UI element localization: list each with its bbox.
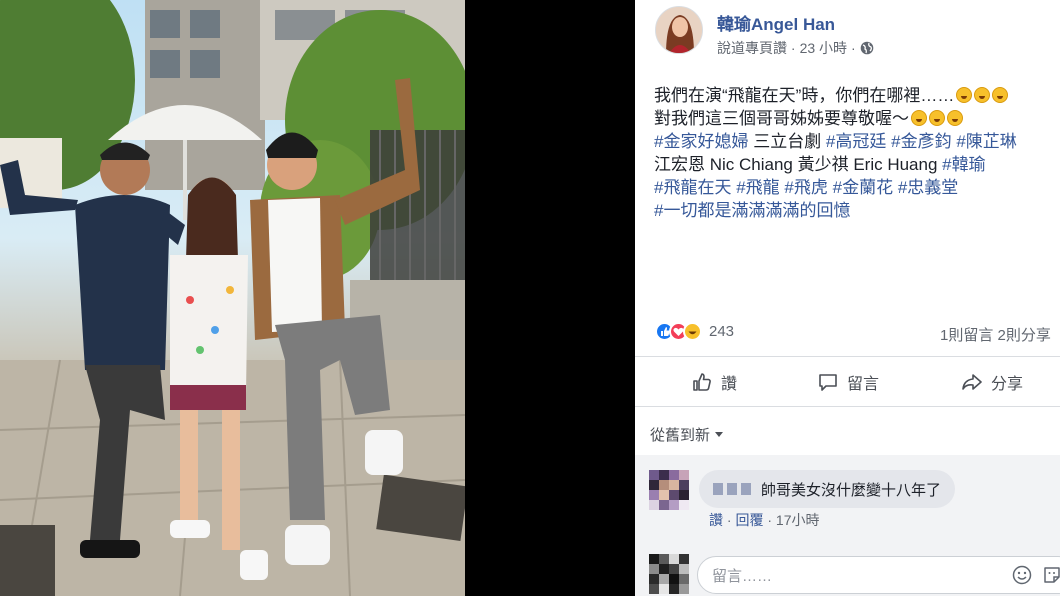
comment-sort-dropdown[interactable]: 從舊到新 xyxy=(650,424,724,445)
separator-dot: · xyxy=(767,512,776,528)
hashtag-link[interactable]: #韓瑜 xyxy=(942,155,985,174)
sort-label: 從舊到新 xyxy=(650,427,711,444)
comment-bubble: 帥哥美女沒什麼變十八年了 xyxy=(699,470,956,508)
image-letterbox xyxy=(465,0,635,596)
facebook-post-panel: 韓瑜Angel Han 說道專頁讚 · 23 小時 · 我們在演“飛龍在天”時，… xyxy=(635,0,1060,596)
comment-text: 帥哥美女沒什麼變十八年了 xyxy=(761,481,942,499)
share-arrow-icon xyxy=(962,374,982,390)
post-text-line: 對我們這三個哥哥姊姊要尊敬喔～ xyxy=(654,107,1054,130)
hashtag-link[interactable]: #陳芷琳 xyxy=(956,132,1016,151)
photo-illustration xyxy=(0,0,465,596)
post-text-line: #飛龍在天 #飛龍 #飛虎 #金蘭花 #忠義堂 xyxy=(654,176,1054,199)
post-timestamp[interactable]: 23 小時 xyxy=(800,38,847,58)
emoji-icon xyxy=(974,87,991,103)
comment-input[interactable] xyxy=(710,563,1004,589)
comment-actions: 讚 · 回覆 · 17小時 xyxy=(709,510,819,530)
comment-composer[interactable] xyxy=(697,556,1060,594)
hashtag-link[interactable]: #金彥鈞 xyxy=(891,132,951,151)
like-button-label: 讚 xyxy=(721,376,738,393)
sticker-icon[interactable] xyxy=(1042,565,1060,585)
reaction-count: 243 xyxy=(709,323,735,340)
share-button-label: 分享 xyxy=(991,376,1024,393)
emoji-icon xyxy=(947,110,963,126)
hashtag-link[interactable]: #金蘭花 xyxy=(833,178,893,197)
emoji-icon xyxy=(911,110,927,126)
commenter-name-redacted[interactable] xyxy=(713,483,751,495)
haha-reaction-icon xyxy=(683,322,702,341)
comment-button-label: 留言 xyxy=(847,376,880,393)
post-text-segment: 江宏恩 Nic Chiang 黃少祺 Eric Huang xyxy=(654,155,943,174)
post-photo[interactable] xyxy=(0,0,465,596)
speech-bubble-icon xyxy=(819,374,837,391)
post-meta: 說道專頁讚 · 23 小時 · xyxy=(717,38,874,58)
chevron-down-icon xyxy=(715,432,724,437)
comment-like-link[interactable]: 讚 xyxy=(709,512,723,528)
hashtag-link[interactable]: #忠義堂 xyxy=(898,178,958,197)
meta-separator: · xyxy=(851,40,856,56)
post-text-line: 我們在演“飛龍在天”時，你們在哪裡…… xyxy=(654,84,1054,107)
smiley-icon[interactable] xyxy=(1012,565,1032,585)
author-name-link[interactable]: 韓瑜Angel Han xyxy=(717,10,835,35)
post-action-bar: 讚 留言 分享 xyxy=(635,362,1060,402)
comment-reply-link[interactable]: 回覆 xyxy=(735,512,763,528)
hashtag-link[interactable]: #金家好媳婦 xyxy=(654,132,748,151)
page-likes-label: 說道專頁讚 · xyxy=(717,40,796,56)
hashtag-link[interactable]: #高冠廷 xyxy=(826,132,886,151)
commenter-avatar-pixelated[interactable] xyxy=(649,470,689,510)
reaction-summary[interactable]: 243 xyxy=(655,322,734,341)
author-avatar[interactable] xyxy=(655,6,703,54)
divider xyxy=(635,356,1060,357)
emoji-icon xyxy=(992,87,1009,103)
thumbs-up-icon xyxy=(693,373,711,391)
post-text-segment: 對我們這三個哥哥姊姊要尊敬喔～ xyxy=(654,109,909,128)
post-text-line: 江宏恩 Nic Chiang 黃少祺 Eric Huang #韓瑜 xyxy=(654,153,1054,176)
hashtag-link[interactable]: #飛龍在天 xyxy=(654,178,731,197)
post-text-line: #金家好媳婦 三立台劇 #高冠廷 #金彥鈞 #陳芷琳 xyxy=(654,130,1054,153)
current-user-avatar-pixelated xyxy=(649,554,689,594)
emoji-icon xyxy=(929,110,945,126)
post-text-line: #一切都是滿滿滿滿的回憶 xyxy=(654,199,1054,222)
like-button[interactable]: 讚 xyxy=(691,370,737,394)
hashtag-link[interactable]: #飛龍 xyxy=(736,178,779,197)
divider xyxy=(635,406,1060,407)
hashtag-link[interactable]: #一切都是滿滿滿滿的回憶 xyxy=(654,201,850,220)
share-button[interactable]: 分享 xyxy=(961,370,1023,394)
post-message: 我們在演“飛龍在天”時，你們在哪裡…… 對我們這三個哥哥姊姊要尊敬喔～ #金家好媳婦… xyxy=(654,84,1054,222)
globe-icon[interactable] xyxy=(860,41,874,55)
hashtag-link[interactable]: #飛虎 xyxy=(784,178,827,197)
comment-timestamp[interactable]: 17小時 xyxy=(776,512,820,528)
author-avatar-image xyxy=(656,7,702,53)
emoji-icon xyxy=(956,87,973,103)
comment-share-count[interactable]: 1則留言 2則分享 xyxy=(940,324,1051,345)
post-text-segment: 我們在演“飛龍在天”時，你們在哪裡…… xyxy=(654,86,955,105)
post-text-segment: 三立台劇 xyxy=(748,132,826,151)
comment-button[interactable]: 留言 xyxy=(817,370,879,394)
